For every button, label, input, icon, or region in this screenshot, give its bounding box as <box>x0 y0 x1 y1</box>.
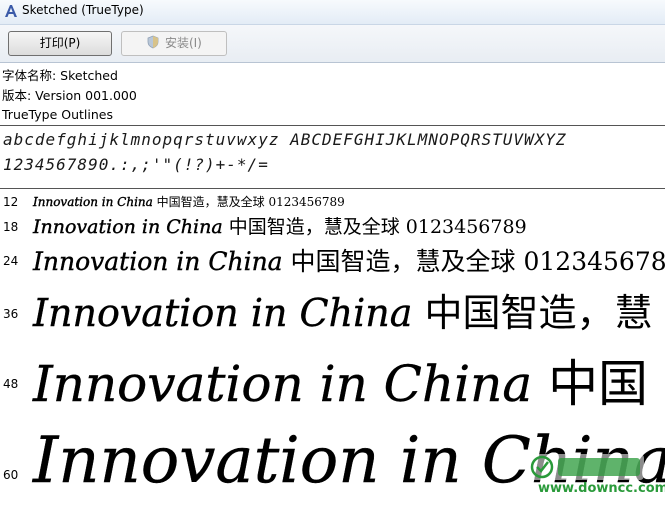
sample-cjk-text: 中国智造，慧及全球 0123456789 <box>156 195 345 209</box>
shield-icon <box>147 35 159 49</box>
sample-cjk-text: 中国智造，慧及全球 0123456789 <box>228 216 527 238</box>
size-label: 12 <box>3 195 19 209</box>
sample-row-48: 48 Innovation in China 中国 <box>0 340 665 420</box>
sample-latin-text: Innovation in China <box>33 216 223 238</box>
size-label: 36 <box>3 307 19 321</box>
sample-cjk-text: 中国 <box>548 355 649 413</box>
sample-text: Innovation in China 中国智造，慧 <box>33 282 653 337</box>
print-button[interactable]: 打印(P) <box>8 31 112 56</box>
sample-text: Innovation in China 中国智造，慧及全球 0123456789 <box>33 212 527 239</box>
sample-latin-text: Innovation in China <box>33 195 153 209</box>
divider <box>0 125 665 126</box>
size-label: 24 <box>3 254 19 268</box>
sample-row-24: 24 Innovation in China 中国智造，慧及全球 0123456… <box>0 240 665 280</box>
sample-row-12: 12 Innovation in China 中国智造，慧及全球 0123456… <box>0 193 665 213</box>
font-name-line: 字体名称: Sketched <box>2 68 118 83</box>
glyph-line-2: 1234567890.:,;'"(!?)+-*/= <box>3 155 269 174</box>
font-app-icon <box>5 5 17 17</box>
sample-row-36: 36 Innovation in China 中国智造，慧 <box>0 280 665 342</box>
window-title: Sketched (TrueType) <box>22 3 144 17</box>
font-type-line: TrueType Outlines <box>2 107 113 122</box>
sample-text: Innovation in China 中国智造，慧及全球 0123456789 <box>33 193 345 210</box>
sample-row-18: 18 Innovation in China 中国智造，慧及全球 0123456… <box>0 212 665 242</box>
size-label: 48 <box>3 377 19 391</box>
glyph-line-1: abcdefghijklmnopqrstuvwxyz ABCDEFGHIJKLM… <box>3 130 567 149</box>
font-info: 字体名称: Sketched 版本: Version 001.000 TrueT… <box>2 66 137 125</box>
sample-text: Innovation in China 中国智造，慧及全球 0123456789 <box>33 242 665 278</box>
size-label: 18 <box>3 220 19 234</box>
sample-latin-text: Innovation in China <box>33 291 413 335</box>
install-button[interactable]: 安装(I) <box>121 31 227 56</box>
font-version-line: 版本: Version 001.000 <box>2 87 137 103</box>
watermark-url: www.downcc.com <box>538 481 665 496</box>
divider <box>0 188 665 189</box>
sample-cjk-text: 中国智造，慧及全球 0123456789 <box>290 247 665 276</box>
sample-latin-text: Innovation in China <box>33 355 533 413</box>
size-label: 60 <box>3 468 19 482</box>
sample-latin-text: Innovation in China <box>33 247 283 276</box>
print-button-label: 打印(P) <box>39 36 81 50</box>
sample-cjk-text: 中国智造，慧 <box>424 291 653 335</box>
sample-text: Innovation in China 中国 <box>33 344 648 416</box>
toolbar: 打印(P) 安装(I) <box>0 25 665 63</box>
title-bar[interactable]: Sketched (TrueType) <box>0 0 665 25</box>
install-button-label: 安装(I) <box>164 36 202 50</box>
